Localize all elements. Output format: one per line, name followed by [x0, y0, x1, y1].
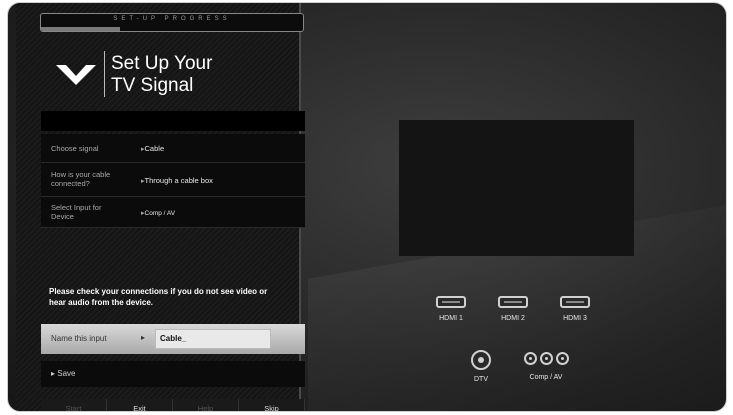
title-line-1: Set Up Your — [111, 53, 213, 74]
name-input-label: Name this input — [51, 334, 107, 343]
comp-av-port: Comp / AV — [511, 352, 581, 381]
hdmi-port-icon — [498, 296, 528, 308]
logo-divider — [104, 51, 105, 97]
hdmi-port-icon — [560, 296, 590, 308]
comp-av-label: Comp / AV — [529, 374, 563, 381]
rca-jack-icon — [523, 352, 537, 365]
dtv-label: DTV — [474, 376, 488, 383]
title-line-2: TV Signal — [111, 75, 194, 96]
arrow-right-icon: ▸ — [141, 333, 146, 342]
hdmi-port-icon — [436, 296, 466, 308]
connection-notice-line-1: Please check your connections if you do … — [49, 287, 268, 296]
choose-signal-value: Cable — [141, 144, 165, 153]
select-input-value: Comp / AV — [141, 209, 176, 217]
rca-jack-icon — [539, 352, 553, 365]
save-label: Save — [57, 369, 76, 378]
cable-connection-label: How is your cable connected? — [51, 170, 110, 188]
tv-preview-screen — [399, 120, 634, 256]
progress-fill — [41, 27, 120, 31]
cable-connection-label-line-1: How is your cable — [51, 170, 111, 179]
bottom-button-bar: Start Exit Help Skip — [41, 399, 305, 411]
hdmi1-port: HDMI 1 — [426, 296, 476, 322]
page-title: Set Up Your TV Signal — [111, 53, 212, 97]
choose-signal-label: Choose signal — [51, 144, 99, 153]
hdmi1-label: HDMI 1 — [439, 315, 463, 322]
cable-connection-label-line-2: connected? — [51, 179, 90, 188]
hdmi3-label: HDMI 3 — [563, 315, 587, 322]
hdmi3-port: HDMI 3 — [550, 296, 600, 322]
choose-signal-row[interactable]: Choose signal Cable — [41, 134, 305, 163]
tv-screen: SET-UP PROGRESS Set Up Your TV Signal Ho… — [8, 3, 726, 411]
start-button[interactable]: Start — [41, 399, 107, 411]
question-heading: How are you receiving your TV service? — [41, 111, 305, 131]
name-input-row[interactable]: Name this input ▸ Cable_ — [41, 324, 305, 354]
rca-jack-icon — [555, 352, 569, 365]
skip-button[interactable]: Skip — [239, 399, 305, 411]
exit-button[interactable]: Exit — [107, 399, 173, 411]
help-button[interactable]: Help — [173, 399, 239, 411]
dtv-port: DTV — [461, 350, 501, 383]
select-input-label: Select Input for Device — [51, 203, 101, 221]
setup-progress-bar: SET-UP PROGRESS — [40, 13, 304, 32]
select-input-label-line-1: Select Input for — [51, 203, 102, 212]
coax-port-icon — [471, 350, 491, 370]
name-input-field[interactable]: Cable_ — [155, 329, 271, 349]
cable-connection-value: Through a cable box — [141, 176, 213, 185]
hdmi2-label: HDMI 2 — [501, 315, 525, 322]
connection-notice: Please check your connections if you do … — [49, 286, 299, 308]
rca-jacks — [511, 352, 581, 365]
connection-notice-line-2: hear audio from the device. — [49, 298, 154, 307]
save-button[interactable]: ▸ Save — [41, 361, 305, 387]
select-input-row[interactable]: Select Input for Device Comp / AV — [41, 197, 305, 228]
select-input-label-line-2: Device — [51, 212, 74, 221]
progress-label: SET-UP PROGRESS — [113, 16, 231, 22]
hdmi2-port: HDMI 2 — [488, 296, 538, 322]
vizio-v-logo-icon — [56, 65, 96, 85]
cable-connection-row[interactable]: How is your cable connected? Through a c… — [41, 163, 305, 197]
